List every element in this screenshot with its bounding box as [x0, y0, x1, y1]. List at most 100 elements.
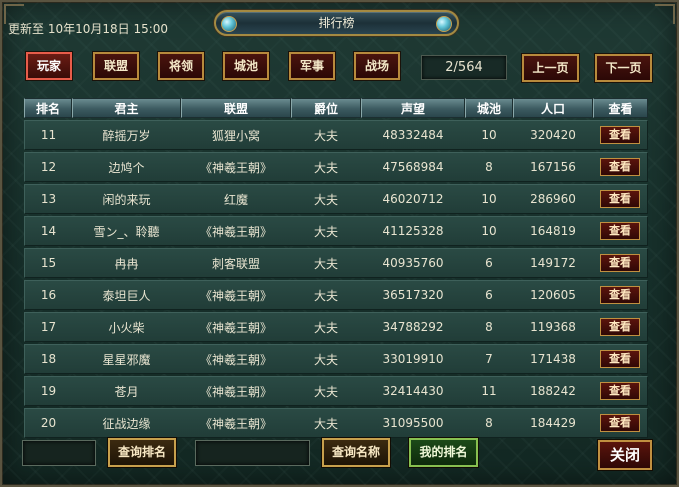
cell-title: 大夫 — [291, 376, 361, 406]
cell-prestige: 48332484 — [361, 120, 465, 150]
view-button[interactable]: 查看 — [600, 414, 640, 432]
cell-alliance: 刺客联盟 — [181, 248, 291, 278]
table-header-row: 排名 君主 联盟 爵位 声望 城池 人口 查看 — [24, 98, 648, 118]
table-row: 11 醉摇万岁 狐狸小窝 大夫 48332484 10 320420 查看 — [24, 120, 648, 150]
col-header-alliance[interactable]: 联盟 — [181, 98, 291, 118]
prev-page-button[interactable]: 上一页 — [522, 54, 579, 82]
view-button[interactable]: 查看 — [600, 222, 640, 240]
cell-lord: 闲的来玩 — [72, 184, 181, 214]
cell-lord: 醉摇万岁 — [72, 120, 181, 150]
cell-cities: 8 — [465, 408, 513, 438]
query-rank-button[interactable]: 查询排名 — [108, 438, 176, 467]
cell-population: 119368 — [513, 312, 593, 342]
col-header-lord[interactable]: 君主 — [72, 98, 181, 118]
cell-population: 167156 — [513, 152, 593, 182]
col-header-population[interactable]: 人口 — [513, 98, 593, 118]
cell-cities: 6 — [465, 280, 513, 310]
page-indicator: 2/564 — [421, 55, 507, 80]
panel-title: 排行榜 — [318, 16, 355, 30]
view-button[interactable]: 查看 — [600, 286, 640, 304]
cell-lord: 小火柴 — [72, 312, 181, 342]
cell-population: 164819 — [513, 216, 593, 246]
table-row: 13 闲的来玩 红魔 大夫 46020712 10 286960 查看 — [24, 184, 648, 214]
cell-rank: 16 — [24, 280, 72, 310]
cell-view: 查看 — [593, 216, 648, 246]
cell-lord: 雪ン_、聆聽 — [72, 216, 181, 246]
title-orb-left-icon — [221, 16, 237, 32]
cell-alliance: 《神羲王朝》 — [181, 376, 291, 406]
cell-alliance: 《神羲王朝》 — [181, 408, 291, 438]
tab-alliance[interactable]: 联盟 — [93, 52, 139, 80]
cell-view: 查看 — [593, 312, 648, 342]
cell-rank: 14 — [24, 216, 72, 246]
view-button[interactable]: 查看 — [600, 254, 640, 272]
cell-cities: 8 — [465, 152, 513, 182]
rank-query-input[interactable] — [22, 440, 96, 466]
view-button[interactable]: 查看 — [600, 158, 640, 176]
cell-rank: 13 — [24, 184, 72, 214]
view-button[interactable]: 查看 — [600, 126, 640, 144]
col-header-title[interactable]: 爵位 — [291, 98, 361, 118]
view-button[interactable]: 查看 — [600, 382, 640, 400]
table-row: 16 泰坦巨人 《神羲王朝》 大夫 36517320 6 120605 查看 — [24, 280, 648, 310]
cell-prestige: 32414430 — [361, 376, 465, 406]
my-rank-button[interactable]: 我的排名 — [409, 438, 478, 467]
table-row: 18 星星邪魔 《神羲王朝》 大夫 33019910 7 171438 查看 — [24, 344, 648, 374]
cell-population: 149172 — [513, 248, 593, 278]
view-button[interactable]: 查看 — [600, 190, 640, 208]
cell-rank: 11 — [24, 120, 72, 150]
col-header-rank[interactable]: 排名 — [24, 98, 72, 118]
cell-alliance: 《神羲王朝》 — [181, 152, 291, 182]
cell-prestige: 47568984 — [361, 152, 465, 182]
cell-title: 大夫 — [291, 248, 361, 278]
table-row: 12 边鸠个 《神羲王朝》 大夫 47568984 8 167156 查看 — [24, 152, 648, 182]
cell-view: 查看 — [593, 408, 648, 438]
cell-cities: 11 — [465, 376, 513, 406]
view-button[interactable]: 查看 — [600, 350, 640, 368]
next-page-button[interactable]: 下一页 — [595, 54, 652, 82]
cell-population: 184429 — [513, 408, 593, 438]
cell-view: 查看 — [593, 344, 648, 374]
table-row: 17 小火柴 《神羲王朝》 大夫 34788292 8 119368 查看 — [24, 312, 648, 342]
col-header-cities[interactable]: 城池 — [465, 98, 513, 118]
name-query-input[interactable] — [195, 440, 310, 466]
update-time: 更新至 10年10月18日 15:00 — [8, 22, 169, 36]
cell-population: 120605 — [513, 280, 593, 310]
corner-ornament-right-icon — [655, 4, 675, 24]
cell-prestige: 33019910 — [361, 344, 465, 374]
query-name-button[interactable]: 查询名称 — [322, 438, 390, 467]
cell-cities: 7 — [465, 344, 513, 374]
title-bar: 排行榜 — [214, 10, 459, 36]
cell-population: 320420 — [513, 120, 593, 150]
cell-view: 查看 — [593, 376, 648, 406]
leaderboard-panel: 更新至 10年10月18日 15:00 排行榜 玩家 联盟 将领 城池 军事 战… — [0, 0, 679, 487]
col-header-prestige[interactable]: 声望 — [361, 98, 465, 118]
cell-alliance: 《神羲王朝》 — [181, 216, 291, 246]
cell-rank: 17 — [24, 312, 72, 342]
tab-battlefield[interactable]: 战场 — [354, 52, 400, 80]
cell-title: 大夫 — [291, 408, 361, 438]
cell-population: 188242 — [513, 376, 593, 406]
cell-rank: 18 — [24, 344, 72, 374]
cell-lord: 边鸠个 — [72, 152, 181, 182]
tab-military[interactable]: 军事 — [289, 52, 335, 80]
tab-city[interactable]: 城池 — [223, 52, 269, 80]
cell-view: 查看 — [593, 184, 648, 214]
cell-cities: 10 — [465, 184, 513, 214]
cell-view: 查看 — [593, 120, 648, 150]
close-button[interactable]: 关闭 — [598, 440, 652, 470]
cell-view: 查看 — [593, 280, 648, 310]
cell-lord: 冉冉 — [72, 248, 181, 278]
cell-population: 286960 — [513, 184, 593, 214]
cell-alliance: 《神羲王朝》 — [181, 344, 291, 374]
view-button[interactable]: 查看 — [600, 318, 640, 336]
cell-prestige: 41125328 — [361, 216, 465, 246]
cell-view: 查看 — [593, 248, 648, 278]
tab-player[interactable]: 玩家 — [26, 52, 72, 80]
tab-general[interactable]: 将领 — [158, 52, 204, 80]
cell-title: 大夫 — [291, 152, 361, 182]
cell-alliance: 《神羲王朝》 — [181, 312, 291, 342]
cell-cities: 8 — [465, 312, 513, 342]
cell-lord: 星星邪魔 — [72, 344, 181, 374]
cell-rank: 12 — [24, 152, 72, 182]
